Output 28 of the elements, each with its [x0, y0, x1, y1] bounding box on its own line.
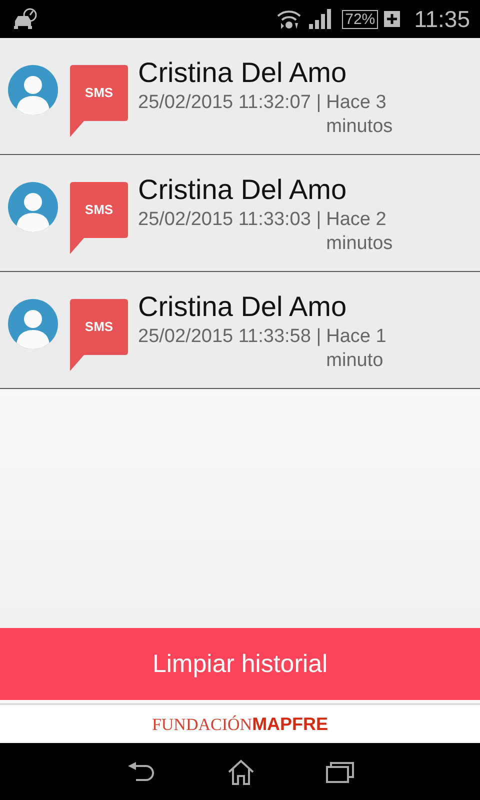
- timestamp: 25/02/2015 11:33:58 |: [138, 325, 322, 349]
- contact-name: Cristina Del Amo: [138, 56, 348, 90]
- history-item[interactable]: SMS Cristina Del Amo 25/02/2015 11:33:58 | Hace 1 minuto: [0, 272, 480, 389]
- signal-icon: [308, 8, 332, 30]
- channel-label: SMS: [84, 318, 114, 336]
- battery-level: 72%: [342, 10, 378, 28]
- contact-name: Cristina Del Amo: [138, 290, 348, 324]
- contact-name: Cristina Del Amo: [138, 173, 348, 207]
- avatar-icon: [8, 65, 58, 115]
- charging-plus-icon: [384, 11, 400, 27]
- timestamp: 25/02/2015 11:32:07 |: [138, 91, 322, 115]
- relative-time: Hace 2 minutos: [326, 208, 394, 256]
- recent-apps-icon[interactable]: [326, 760, 354, 782]
- relative-time: Hace 1 minuto: [326, 325, 388, 373]
- history-item[interactable]: SMS Cristina Del Amo 25/02/2015 11:33:03 | Hace 2 minutos: [0, 155, 480, 272]
- clock: 11:35: [414, 6, 470, 32]
- channel-label: SMS: [84, 201, 114, 219]
- home-icon[interactable]: [226, 758, 255, 784]
- logo: FUNDACIÓNMAPFRE: [152, 714, 328, 734]
- avatar-icon: [8, 182, 58, 232]
- channel-label: SMS: [84, 84, 114, 102]
- relative-time: Hace 3 minutos: [326, 91, 394, 139]
- back-icon[interactable]: [126, 760, 156, 782]
- wifi-icon: [276, 8, 302, 30]
- avatar-icon: [8, 299, 58, 349]
- car-icon: [12, 8, 38, 30]
- timestamp: 25/02/2015 11:33:03 |: [138, 208, 322, 232]
- history-item[interactable]: SMS Cristina Del Amo 25/02/2015 11:32:07 | Hace 3 minutos: [0, 38, 480, 155]
